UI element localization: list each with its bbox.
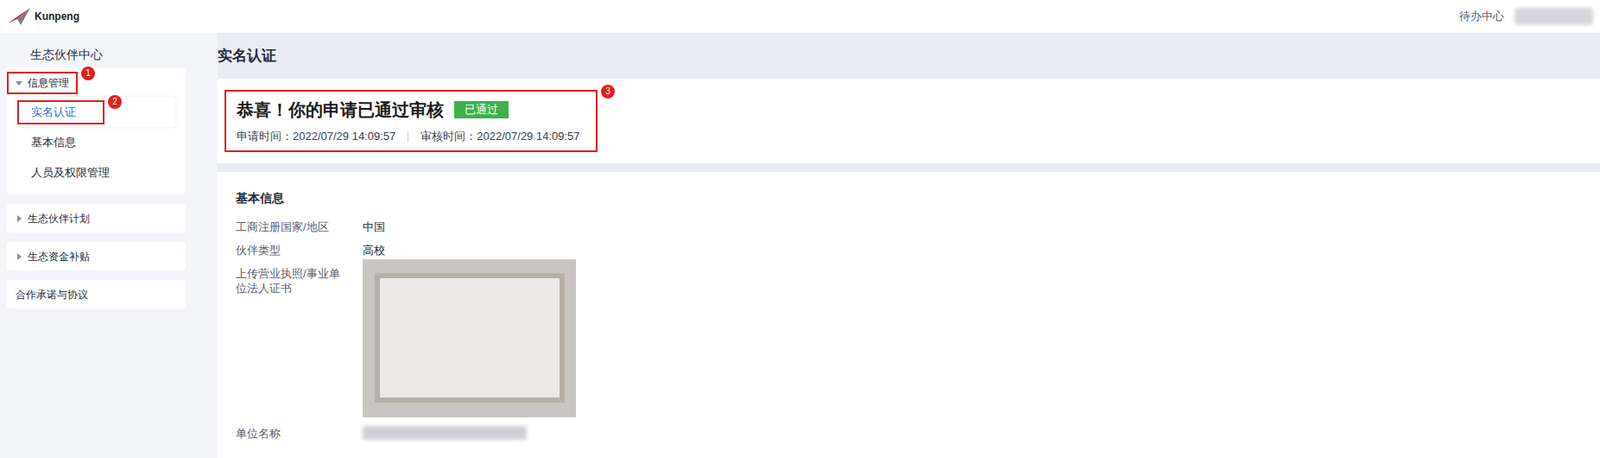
user-name-blurred[interactable]	[1514, 7, 1594, 26]
sidebar-group-header[interactable]: 生态伙伴计划	[6, 203, 186, 233]
divider	[407, 131, 409, 142]
sidebar: 生态伙伴中心信息管理1实名认证2基本信息人员及权限管理生态伙伴计划生态资金补贴合…	[0, 32, 218, 458]
sidebar-title: 生态伙伴中心	[6, 44, 211, 64]
todo-center[interactable]: 待办中心	[1459, 7, 1505, 26]
status-badge: 已通过	[454, 101, 509, 119]
sidebar-group-header[interactable]: 信息管理1	[6, 68, 186, 97]
reviewed-time: 审核时间：2022/07/29 14:09:57	[420, 127, 580, 146]
info-row: 工商注册国家/地区中国	[235, 219, 1582, 234]
field-label: 单位名称	[235, 425, 363, 441]
sidebar-group: 生态资金补贴	[6, 241, 186, 271]
license-photo[interactable]	[362, 259, 576, 418]
field-value: 高校	[362, 242, 386, 258]
annotation-number: 1	[81, 66, 95, 81]
field-label: 工商注册国家/地区	[235, 219, 363, 234]
applied-time: 申请时间：2022/07/29 14:09:57	[236, 127, 396, 146]
sidebar-group-header[interactable]: 生态资金补贴	[6, 241, 186, 271]
field-value-blurred	[362, 425, 527, 440]
sidebar-item[interactable]: 人员及权限管理	[17, 157, 176, 188]
field-label: 上传营业执照/事业单位法人证书	[235, 265, 363, 296]
status-heading: 恭喜！你的申请已通过审核	[236, 96, 444, 123]
logo[interactable]: Kunpeng	[6, 6, 80, 27]
field-label: 伙伴类型	[235, 242, 363, 258]
app: Kunpeng待办中心生态伙伴中心信息管理1实名认证2基本信息人员及权限管理生态…	[0, 0, 1600, 458]
main-content: 实名认证恭喜！你的申请已通过审核已通过申请时间：2022/07/29 14:09…	[217, 32, 1600, 458]
sidebar-item[interactable]: 基本信息	[17, 126, 176, 158]
sidebar-group: 生态伙伴计划	[6, 203, 186, 233]
sidebar-item[interactable]: 实名认证2	[17, 96, 176, 127]
info-row: 单位名称	[235, 425, 1582, 441]
sidebar-group: 信息管理1实名认证2基本信息人员及权限管理	[6, 68, 186, 195]
field-value: 中国	[362, 219, 386, 234]
sidebar-group: 合作承诺与协议	[6, 279, 186, 309]
top-bar: Kunpeng 待办中心	[0, 0, 1600, 33]
info-row: 上传营业执照/事业单位法人证书	[235, 265, 1582, 418]
expanded-triangle-icon	[15, 79, 23, 87]
status-card: 恭喜！你的申请已通过审核已通过申请时间：2022/07/29 14:09:57 审…	[217, 78, 1600, 164]
info-title: 基本信息	[235, 189, 1582, 208]
info-card: 基本信息工商注册国家/地区中国伙伴类型高校上传营业执照/事业单位法人证书单位名称	[217, 171, 1600, 458]
kunpeng-logo-icon	[6, 6, 32, 27]
page-title: 实名认证	[217, 32, 1600, 79]
collapsed-triangle-icon	[15, 252, 23, 260]
info-row: 伙伴类型高校	[235, 242, 1582, 258]
collapsed-triangle-icon	[15, 215, 23, 222]
sidebar-group-header[interactable]: 合作承诺与协议	[6, 279, 186, 309]
annotation-number: 2	[107, 94, 122, 109]
annotation-number: 3	[600, 84, 615, 99]
